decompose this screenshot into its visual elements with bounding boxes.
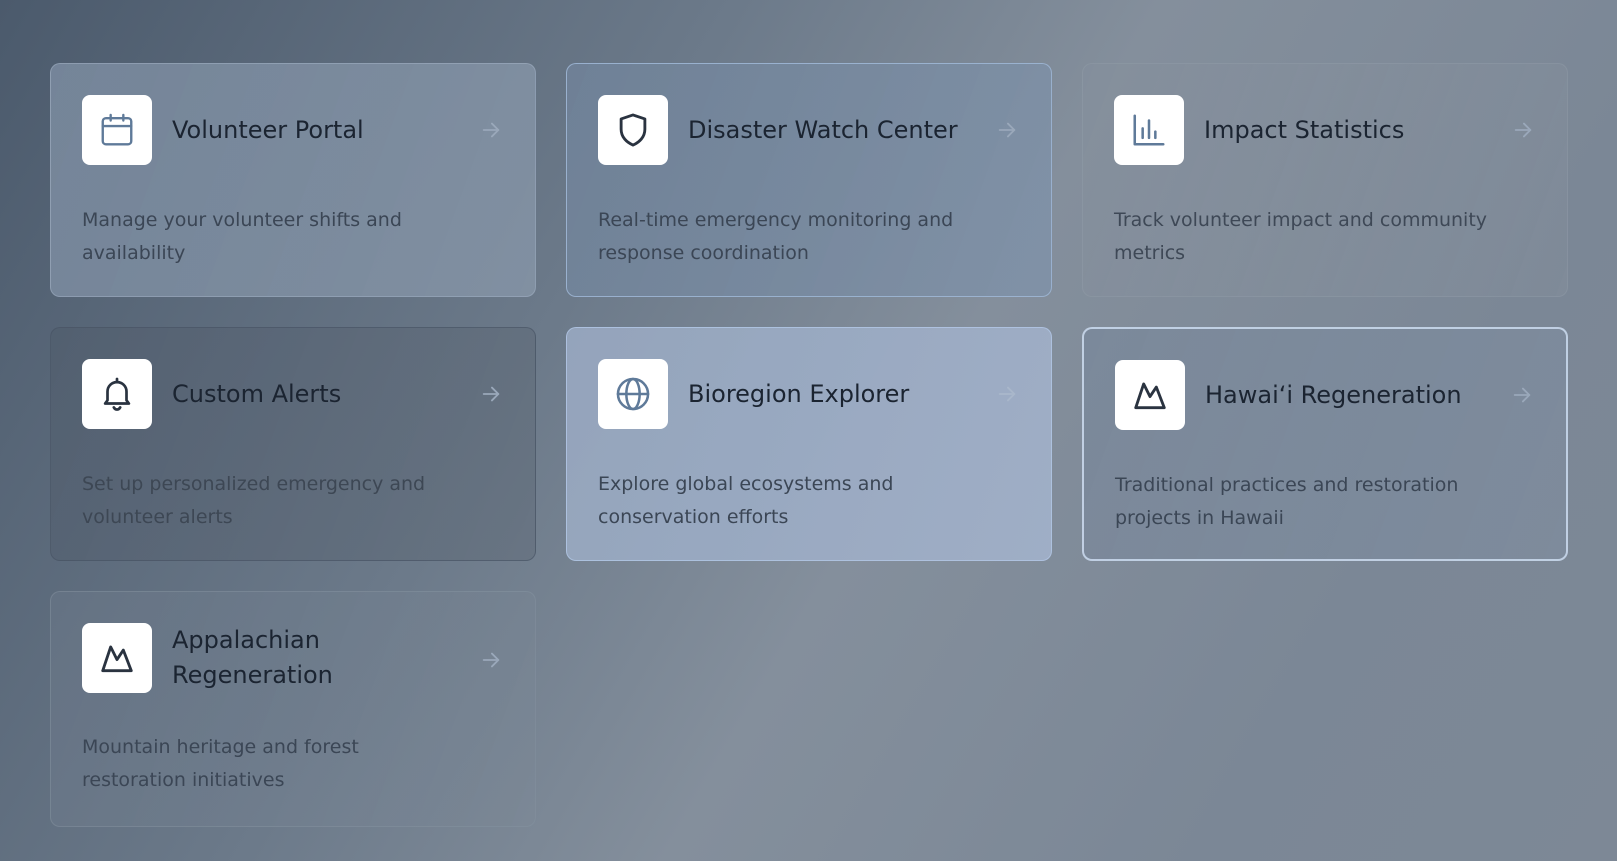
card-icon-box bbox=[598, 359, 668, 429]
arrow-right-icon bbox=[482, 386, 500, 402]
card-description: Set up personalized emergency and volunt… bbox=[82, 473, 426, 528]
shield-icon bbox=[619, 113, 647, 147]
arrow-right-icon bbox=[482, 652, 500, 668]
card-description: Real-time emergency monitoring and respo… bbox=[598, 209, 954, 264]
card-title: Hawai‘i Regeneration bbox=[1205, 380, 1462, 409]
card-icon-box bbox=[82, 359, 152, 429]
card-custom-alerts[interactable]: Custom Alerts Set up personalized emerge… bbox=[50, 327, 536, 561]
globe-icon bbox=[616, 377, 650, 411]
arrow-right-icon bbox=[998, 386, 1016, 402]
card-header: Appalachian Regeneration bbox=[82, 623, 504, 693]
bell-icon bbox=[103, 377, 131, 411]
card-title: Bioregion Explorer bbox=[688, 379, 910, 408]
card-bioregion-explorer[interactable]: Bioregion Explorer Explore global ecosys… bbox=[566, 327, 1052, 561]
arrow-right-icon bbox=[482, 122, 500, 138]
card-icon-box bbox=[1114, 95, 1184, 165]
bar-chart-icon bbox=[1133, 114, 1165, 146]
card-header: Volunteer Portal bbox=[82, 95, 504, 165]
card-description: Mountain heritage and forest restoration… bbox=[82, 736, 359, 791]
card-header: Hawai‘i Regeneration bbox=[1115, 360, 1535, 430]
card-header: Custom Alerts bbox=[82, 359, 504, 429]
card-hawaii-regeneration[interactable]: Hawai‘i Regeneration Traditional practic… bbox=[1082, 327, 1568, 561]
card-title: Custom Alerts bbox=[172, 379, 342, 408]
card-title: Impact Statistics bbox=[1204, 115, 1405, 144]
card-icon-box bbox=[1115, 360, 1185, 430]
card-volunteer-portal[interactable]: Volunteer Portal Manage your volunteer s… bbox=[50, 63, 536, 297]
card-title: Disaster Watch Center bbox=[688, 115, 958, 144]
card-description: Traditional practices and restoration pr… bbox=[1115, 474, 1459, 529]
card-title: Appalachian Regeneration bbox=[172, 626, 333, 689]
card-header: Impact Statistics bbox=[1114, 95, 1536, 165]
arrow-right-icon bbox=[1513, 387, 1531, 403]
card-header: Disaster Watch Center bbox=[598, 95, 1020, 165]
calendar-icon bbox=[101, 113, 133, 146]
card-title: Volunteer Portal bbox=[172, 115, 364, 144]
card-description: Track volunteer impact and community met… bbox=[1114, 209, 1488, 264]
card-disaster-watch-center[interactable]: Disaster Watch Center Real-time emergenc… bbox=[566, 63, 1052, 297]
arrow-right-icon bbox=[1514, 122, 1532, 138]
card-description: Explore global ecosystems and conservati… bbox=[598, 473, 894, 528]
card-header: Bioregion Explorer bbox=[598, 359, 1020, 429]
mountain-icon bbox=[101, 645, 133, 673]
mountain-icon bbox=[1134, 382, 1166, 410]
card-description: Manage your volunteer shifts and availab… bbox=[82, 209, 402, 264]
card-impact-statistics[interactable]: Impact Statistics Track volunteer impact… bbox=[1082, 63, 1568, 297]
card-icon-box bbox=[82, 623, 152, 693]
card-icon-box bbox=[82, 95, 152, 165]
dashboard-card-grid: Volunteer Portal Manage your volunteer s… bbox=[50, 63, 1569, 827]
card-icon-box bbox=[598, 95, 668, 165]
arrow-right-icon bbox=[998, 122, 1016, 138]
card-appalachian-regeneration[interactable]: Appalachian Regeneration Mountain herita… bbox=[50, 591, 536, 827]
